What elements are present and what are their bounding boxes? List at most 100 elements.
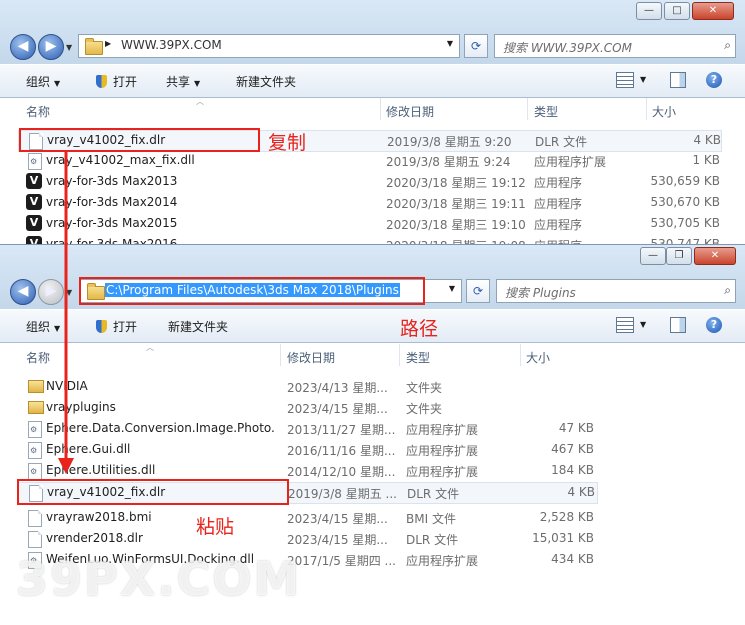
- file-size: 2,528 KB: [539, 510, 594, 524]
- file-row[interactable]: V vray-for-3ds Max2014 2020/3/18 星期三 19:…: [18, 193, 720, 213]
- share-button[interactable]: 共享 ▼: [166, 73, 200, 90]
- column-type[interactable]: 类型: [534, 103, 558, 120]
- chevron-down-icon: ▼: [54, 79, 61, 88]
- refresh-icon[interactable]: ⟳: [464, 34, 488, 58]
- search-icon[interactable]: ⌕: [724, 283, 731, 298]
- back-icon[interactable]: ◀: [10, 279, 36, 305]
- address-dropdown-icon[interactable]: ▼: [447, 39, 453, 48]
- column-size[interactable]: 大小: [526, 349, 550, 366]
- file-date: 2020/3/18 星期三 19:11: [386, 197, 526, 211]
- help-icon[interactable]: ?: [706, 317, 722, 333]
- new-folder-button[interactable]: 新建文件夹: [168, 318, 228, 335]
- file-row[interactable]: NVIDIA 2023/4/13 星期... 文件夹: [18, 377, 598, 397]
- column-name[interactable]: 名称: [26, 349, 50, 366]
- address-bar[interactable]: C:\Program Files\Autodesk\3ds Max 2018\P…: [80, 279, 462, 303]
- folder-icon: [85, 38, 103, 55]
- sort-caret-icon: ︿: [196, 97, 204, 106]
- path-annotation: 路径: [400, 318, 439, 340]
- file-name: vray-for-3ds Max2014: [46, 195, 178, 209]
- file-row[interactable]: V vray-for-3ds Max2015 2020/3/18 星期三 19:…: [18, 214, 720, 234]
- column-size[interactable]: 大小: [652, 103, 676, 120]
- file-row[interactable]: Ephere.Gui.dll 2016/11/16 星期... 应用程序扩展 4…: [18, 440, 598, 460]
- column-date[interactable]: 修改日期: [386, 103, 434, 120]
- minimize-button[interactable]: —: [636, 2, 662, 20]
- column-date[interactable]: 修改日期: [287, 349, 335, 366]
- top-explorer-window: — □ ✕ ◀ ▶ ▼ ▶ WWW.39PX.COM ▼ ⟳ 搜索 WWW.39…: [0, 0, 745, 250]
- search-input[interactable]: 搜索 WWW.39PX.COM ⌕: [494, 34, 736, 58]
- address-dropdown-icon[interactable]: ▼: [449, 284, 455, 293]
- view-options-icon[interactable]: [616, 72, 634, 88]
- back-icon[interactable]: ◀: [10, 34, 36, 60]
- file-row[interactable]: vrender2018.dlr 2023/4/15 星期... DLR 文件 1…: [18, 529, 598, 549]
- open-button[interactable]: 打开: [96, 318, 137, 335]
- view-options-icon[interactable]: [616, 317, 634, 333]
- history-dropdown-icon[interactable]: ▼: [66, 43, 72, 52]
- file-name: Ephere.Data.Conversion.Image.Photo...: [46, 421, 276, 435]
- open-label: 打开: [113, 320, 138, 334]
- organize-button[interactable]: 组织 ▼: [26, 73, 60, 90]
- organize-label: 组织: [26, 320, 51, 334]
- command-bar: 组织 ▼ 打开 新建文件夹 ▼ ?: [0, 309, 745, 343]
- file-icon: [28, 531, 42, 548]
- forward-icon[interactable]: ▶: [38, 34, 64, 60]
- organize-button[interactable]: 组织 ▼: [26, 318, 60, 335]
- file-size: 467 KB: [551, 442, 594, 456]
- address-path-text[interactable]: C:\Program Files\Autodesk\3ds Max 2018\P…: [105, 283, 400, 297]
- column-divider[interactable]: [520, 344, 521, 366]
- file-row[interactable]: vrayplugins 2023/4/15 星期... 文件夹: [18, 398, 598, 418]
- shield-icon: [96, 75, 107, 88]
- file-row[interactable]: vrayraw2018.bmi 2023/4/15 星期... BMI 文件 2…: [18, 508, 598, 528]
- chevron-down-icon[interactable]: ▼: [640, 75, 646, 84]
- column-type[interactable]: 类型: [406, 349, 430, 366]
- file-date: 2020/3/18 星期三 19:12: [386, 176, 526, 190]
- column-divider[interactable]: [380, 98, 381, 120]
- column-divider[interactable]: [646, 98, 647, 120]
- address-bar[interactable]: ▶ WWW.39PX.COM ▼: [78, 34, 460, 58]
- new-folder-button[interactable]: 新建文件夹: [236, 73, 296, 90]
- folder-icon: [28, 401, 44, 414]
- open-button[interactable]: 打开: [96, 73, 137, 90]
- maximize-button[interactable]: □: [664, 2, 690, 20]
- column-divider[interactable]: [399, 344, 400, 366]
- chevron-down-icon[interactable]: ▼: [640, 320, 646, 329]
- preview-pane-icon[interactable]: [670, 72, 686, 88]
- search-icon[interactable]: ⌕: [724, 38, 731, 53]
- copy-annotation: 复制: [268, 132, 307, 154]
- search-placeholder: 搜索 Plugins: [505, 286, 576, 300]
- file-row[interactable]: Ephere.Utilities.dll 2014/12/10 星期... 应用…: [18, 461, 598, 481]
- file-size: 530,659 KB: [650, 174, 720, 188]
- search-placeholder: 搜索 WWW.39PX.COM: [503, 41, 632, 55]
- dll-icon: [28, 463, 42, 480]
- folder-icon: [87, 283, 105, 300]
- refresh-icon[interactable]: ⟳: [466, 279, 490, 303]
- file-date: 2020/3/18 星期三 19:10: [386, 218, 526, 232]
- file-type: 文件夹: [406, 402, 443, 416]
- close-button[interactable]: ✕: [692, 2, 734, 20]
- file-name: vrayplugins: [46, 400, 116, 414]
- file-row[interactable]: V vray-for-3ds Max2013 2020/3/18 星期三 19:…: [18, 172, 720, 192]
- file-row[interactable]: Ephere.Data.Conversion.Image.Photo... 20…: [18, 419, 598, 439]
- file-size: 15,031 KB: [532, 531, 594, 545]
- forward-icon[interactable]: ▶: [38, 279, 64, 305]
- chevron-down-icon: ▼: [194, 79, 201, 88]
- minimize-button[interactable]: —: [640, 247, 666, 265]
- watermark: 39PX.COM: [16, 552, 302, 606]
- close-button[interactable]: ✕: [694, 247, 736, 265]
- history-dropdown-icon[interactable]: ▼: [66, 288, 72, 297]
- file-name: Ephere.Gui.dll: [46, 442, 131, 456]
- share-label: 共享: [166, 75, 191, 89]
- vray-app-icon: V: [26, 215, 42, 231]
- file-row[interactable]: vray_v41002_fix.dlr 2019/3/8 星期五 9:20 DL…: [18, 130, 722, 152]
- column-divider[interactable]: [280, 344, 281, 366]
- file-row[interactable]: vray_v41002_max_fix.dll 2019/3/8 星期五 9:2…: [18, 151, 720, 171]
- preview-pane-icon[interactable]: [670, 317, 686, 333]
- breadcrumb-arrow-icon[interactable]: ▶: [105, 39, 111, 48]
- file-date: 2014/12/10 星期...: [287, 465, 396, 479]
- search-input[interactable]: 搜索 Plugins ⌕: [496, 279, 736, 303]
- help-icon[interactable]: ?: [706, 72, 722, 88]
- column-divider[interactable]: [527, 98, 528, 120]
- file-row[interactable]: vray_v41002_fix.dlr 2019/3/8 星期五 ... DLR…: [18, 482, 598, 504]
- file-date: 2019/3/8 星期五 9:24: [386, 155, 511, 169]
- maximize-button[interactable]: ❐: [666, 247, 692, 265]
- column-name[interactable]: 名称: [26, 103, 50, 120]
